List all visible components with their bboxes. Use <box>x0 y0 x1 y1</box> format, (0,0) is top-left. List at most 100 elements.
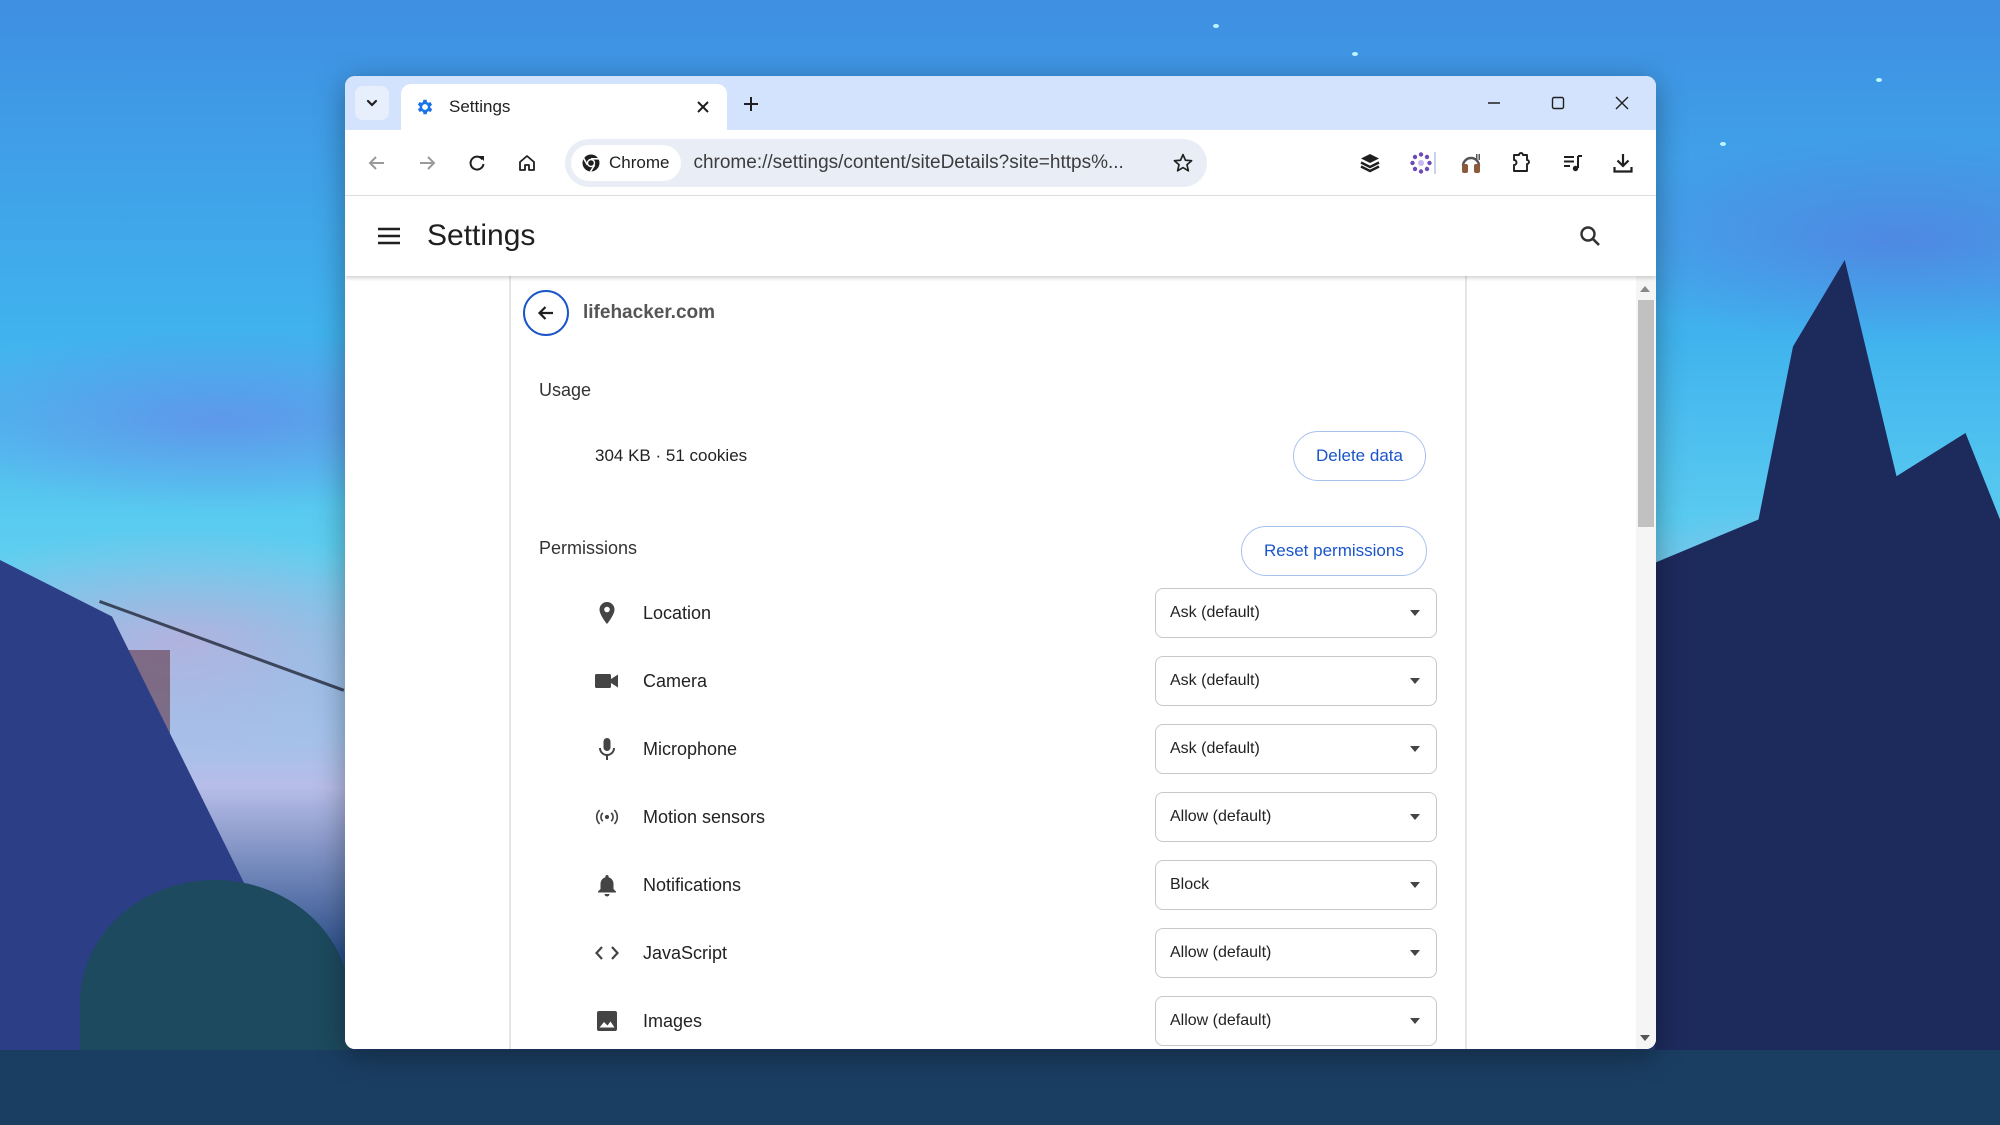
select-value: Ask (default) <box>1170 740 1260 757</box>
address-bar[interactable]: Chrome chrome://settings/content/siteDet… <box>565 139 1207 187</box>
wallpaper-star <box>1352 52 1358 56</box>
tab-strip: Settings <box>345 76 1656 130</box>
settings-content: lifehacker.com Usage 304 KB · 51 cookies… <box>345 276 1656 1049</box>
select-value: Ask (default) <box>1170 604 1260 621</box>
delete-data-button[interactable]: Delete data <box>1293 431 1426 481</box>
javascript-permission-select[interactable]: Allow (default) <box>1155 928 1437 978</box>
permission-row-location: Location Ask (default) <box>595 588 1437 638</box>
microphone-permission-select[interactable]: Ask (default) <box>1155 724 1437 774</box>
site-info-chip[interactable]: Chrome <box>571 145 682 181</box>
profile-button[interactable] <box>1653 143 1656 183</box>
layers-extension-button[interactable] <box>1350 143 1390 183</box>
motion-sensors-icon <box>595 805 619 829</box>
images-permission-select[interactable]: Allow (default) <box>1155 996 1437 1046</box>
gear-icon <box>417 99 433 115</box>
scroll-down-arrow-icon[interactable] <box>1640 1035 1650 1041</box>
arrow-left-icon <box>368 155 384 170</box>
main-menu-button[interactable] <box>373 220 405 252</box>
puzzle-extensions-icon <box>1513 152 1530 172</box>
media-queue-icon <box>1564 155 1582 172</box>
permission-label: Microphone <box>643 738 738 759</box>
reload-icon <box>469 155 485 171</box>
scroll-up-arrow-icon[interactable] <box>1640 286 1650 292</box>
permission-label: Notifications <box>643 874 742 895</box>
forward-button[interactable] <box>407 143 447 183</box>
location-permission-select[interactable]: Ask (default) <box>1155 588 1437 638</box>
extensions-button[interactable] <box>1501 143 1541 183</box>
arrow-left-icon <box>537 306 553 320</box>
url-text[interactable]: chrome://settings/content/siteDetails?si… <box>693 152 1165 174</box>
tab-close-button[interactable] <box>693 97 713 117</box>
back-button[interactable] <box>357 143 397 183</box>
permission-label: Motion sensors <box>643 806 766 827</box>
browser-window: Settings Chrome chrome://settings/conten… <box>345 76 1656 1049</box>
minimize-button[interactable] <box>1462 76 1526 130</box>
maximize-icon <box>1551 96 1565 110</box>
close-icon <box>1615 96 1629 110</box>
permission-label: Images <box>643 1010 703 1031</box>
page-scrollbar[interactable] <box>1636 276 1656 1049</box>
new-tab-button[interactable] <box>737 90 765 118</box>
permission-row-microphone: Microphone Ask (default) <box>595 724 1437 774</box>
flower-extension-icon <box>1410 152 1432 174</box>
reload-button[interactable] <box>457 143 497 183</box>
dropdown-caret-icon <box>1410 746 1420 752</box>
site-name: lifehacker.com <box>583 302 716 323</box>
bookmark-button[interactable] <box>1165 145 1201 181</box>
reset-permissions-button[interactable]: Reset permissions <box>1241 526 1427 576</box>
dropdown-caret-icon <box>1410 610 1420 616</box>
browser-toolbar: Chrome chrome://settings/content/siteDet… <box>345 130 1656 196</box>
hamburger-menu-icon <box>378 227 400 245</box>
search-icon <box>1580 226 1600 246</box>
dropdown-caret-icon <box>1410 678 1420 684</box>
home-button[interactable] <box>507 143 547 183</box>
permission-label: Location <box>643 602 712 623</box>
wallpaper-star <box>1213 24 1219 28</box>
wallpaper-cabin <box>1660 820 1835 980</box>
wallpaper-house <box>0 650 170 1125</box>
settings-header: Settings <box>345 196 1656 276</box>
dropdown-caret-icon <box>1410 882 1420 888</box>
camera-icon <box>595 669 619 693</box>
permission-row-notifications: Notifications Block <box>595 860 1437 910</box>
search-settings-button[interactable] <box>1572 218 1608 254</box>
select-value: Allow (default) <box>1170 1012 1272 1029</box>
scrollbar-thumb[interactable] <box>1638 300 1654 527</box>
select-value: Allow (default) <box>1170 808 1272 825</box>
wallpaper-power-lines <box>58 600 345 802</box>
home-icon <box>519 154 535 171</box>
permissions-heading: Permissions <box>539 538 638 558</box>
image-icon <box>595 1009 619 1033</box>
camera-permission-select[interactable]: Ask (default) <box>1155 656 1437 706</box>
downloads-button[interactable] <box>1603 143 1643 183</box>
headphones-extension-button[interactable] <box>1451 143 1491 183</box>
wallpaper-house-roof <box>0 560 280 1125</box>
dropdown-caret-icon <box>1410 1018 1420 1024</box>
tab-search-button[interactable] <box>355 86 389 120</box>
plus-icon <box>744 97 758 111</box>
wallpaper-star <box>1876 78 1882 82</box>
location-pin-icon <box>595 601 619 625</box>
tab-settings[interactable]: Settings <box>401 84 727 130</box>
maximize-button[interactable] <box>1526 76 1590 130</box>
download-icon <box>1613 154 1633 173</box>
motion-sensors-permission-select[interactable]: Allow (default) <box>1155 792 1437 842</box>
page-title: Settings <box>427 219 536 252</box>
site-details-card: lifehacker.com Usage 304 KB · 51 cookies… <box>509 276 1467 1049</box>
star-outline-icon <box>1173 153 1193 172</box>
select-value: Allow (default) <box>1170 944 1272 961</box>
chevron-down-icon <box>366 99 378 107</box>
close-window-button[interactable] <box>1590 76 1654 130</box>
back-to-site-list-button[interactable] <box>523 290 569 336</box>
tab-title: Settings <box>449 97 511 116</box>
close-icon <box>697 101 709 113</box>
select-value: Ask (default) <box>1170 672 1260 689</box>
permission-row-images: Images Allow (default) <box>595 996 1437 1046</box>
notifications-permission-select[interactable]: Block <box>1155 860 1437 910</box>
site-chip-label: Chrome <box>609 153 670 172</box>
wallpaper-trees-right <box>1655 260 2000 1125</box>
media-queue-button[interactable] <box>1553 143 1593 183</box>
headphones-extension-icon <box>1461 154 1481 173</box>
wallpaper-star <box>1720 142 1726 146</box>
permission-label: JavaScript <box>643 942 728 963</box>
